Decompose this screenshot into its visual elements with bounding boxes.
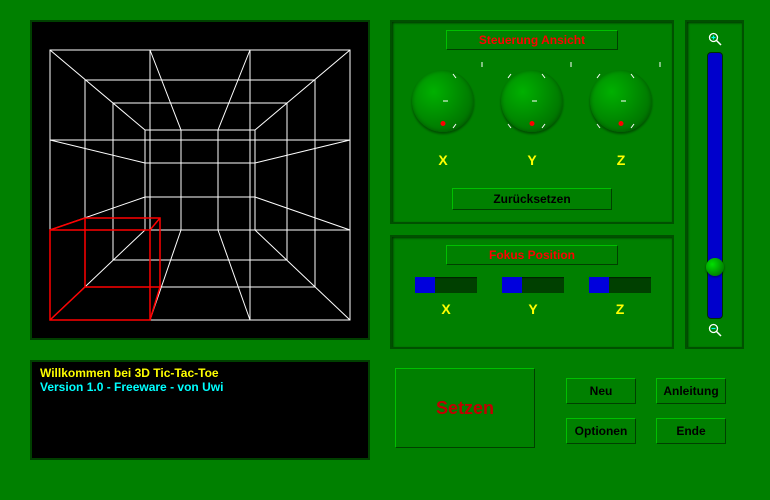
view-control-panel: Steuerung Ansicht X Y Z Zurücksetzen [390, 20, 674, 224]
focus-z-label: Z [581, 301, 659, 317]
focus-row: X Y Z [392, 277, 672, 337]
zoom-in-icon[interactable] [708, 32, 722, 46]
status-line2: Version 1.0 - Freeware - von Uwi [40, 380, 360, 394]
zoom-out-icon[interactable] [708, 323, 722, 337]
focus-y-label: Y [494, 301, 572, 317]
dial-x-wrap: X [404, 62, 482, 162]
dial-row: X Y Z [392, 62, 672, 152]
status-box: Willkommen bei 3D Tic-Tac-Toe Version 1.… [30, 360, 370, 460]
setzen-button[interactable]: Setzen [395, 368, 535, 448]
app-window: Willkommen bei 3D Tic-Tac-Toe Version 1.… [0, 0, 770, 500]
focus-x-bar[interactable] [415, 277, 477, 293]
zoom-slider-track[interactable] [707, 52, 723, 319]
focus-x-label: X [407, 301, 485, 317]
zoom-slider-thumb[interactable] [706, 258, 724, 276]
focus-y: Y [494, 277, 572, 297]
view-control-title: Steuerung Ansicht [446, 30, 618, 50]
axis-z-label: Z [617, 152, 626, 168]
focus-z: Z [581, 277, 659, 297]
optionen-button[interactable]: Optionen [566, 418, 636, 444]
focus-title: Fokus Position [446, 245, 618, 265]
axis-y-label: Y [527, 152, 536, 168]
dial-z[interactable] [590, 70, 652, 132]
focus-z-bar[interactable] [589, 277, 651, 293]
dial-y[interactable] [501, 70, 563, 132]
anleitung-button[interactable]: Anleitung [656, 378, 726, 404]
dial-z-wrap: Z [582, 62, 660, 162]
neu-button[interactable]: Neu [566, 378, 636, 404]
focus-x: X [407, 277, 485, 297]
ende-button[interactable]: Ende [656, 418, 726, 444]
dial-y-wrap: Y [493, 62, 571, 162]
focus-position-panel: Fokus Position X Y Z [390, 235, 674, 349]
cube-grid [30, 20, 370, 340]
focus-y-bar[interactable] [502, 277, 564, 293]
dial-x[interactable] [412, 70, 474, 132]
status-line1: Willkommen bei 3D Tic-Tac-Toe [40, 366, 360, 380]
axis-x-label: X [438, 152, 447, 168]
zoom-panel [685, 20, 744, 349]
reset-view-button[interactable]: Zurücksetzen [452, 188, 612, 210]
game-viewport[interactable] [30, 20, 370, 340]
